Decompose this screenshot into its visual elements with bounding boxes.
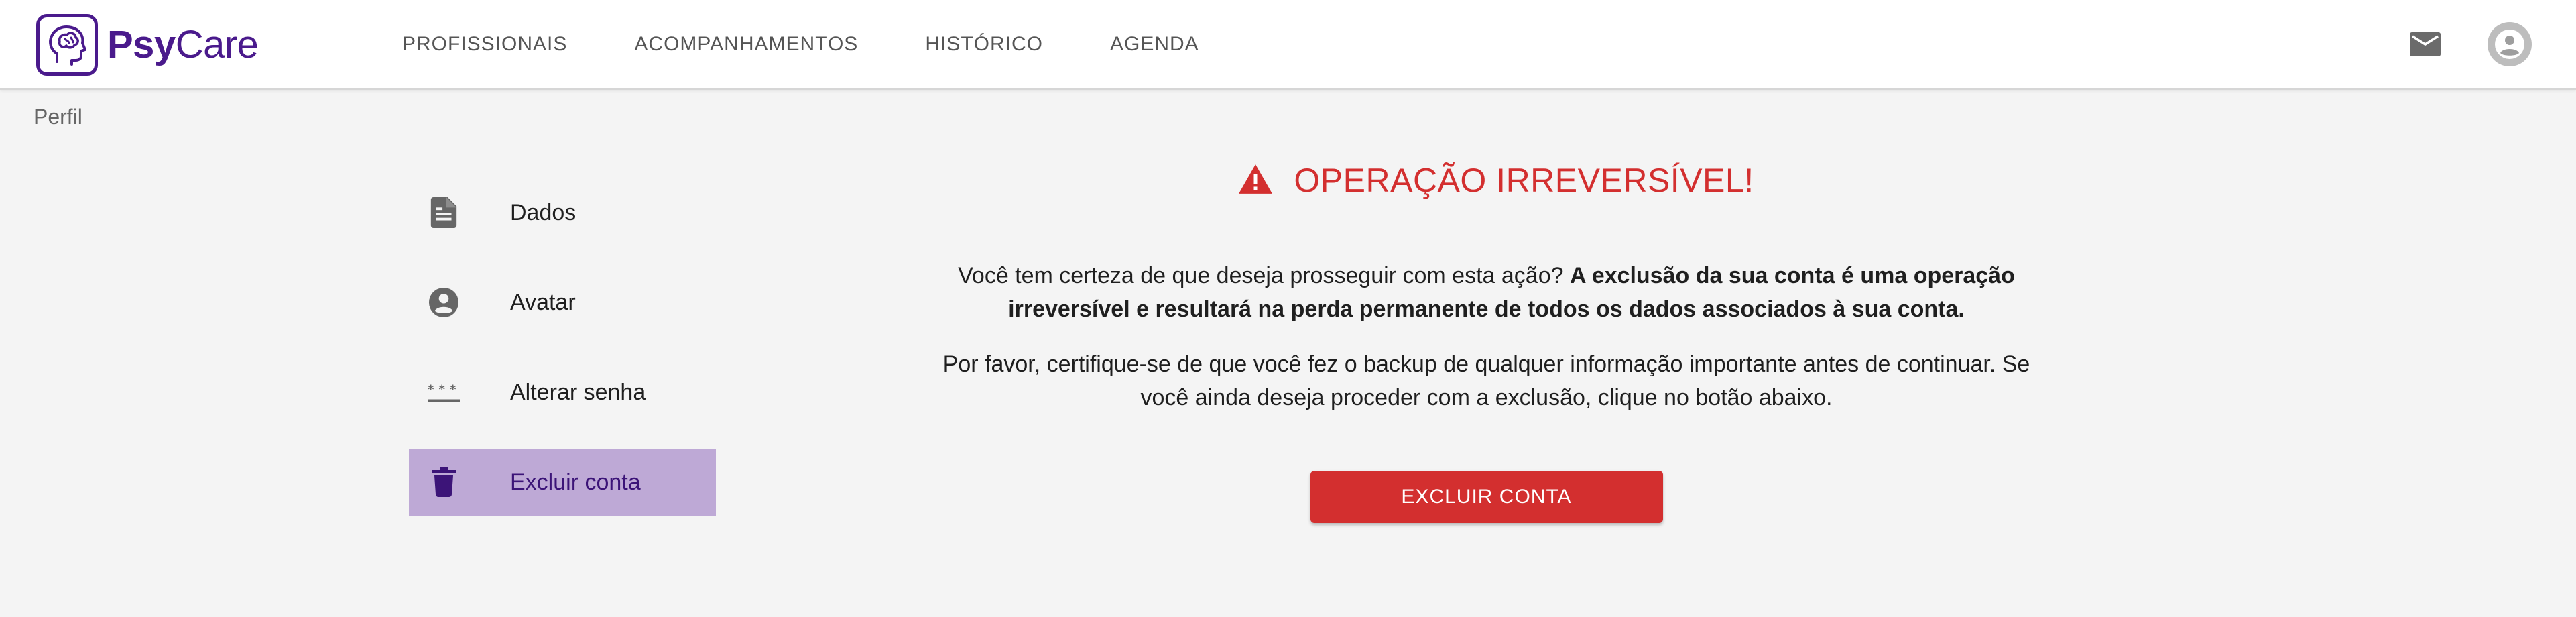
document-icon <box>428 197 460 229</box>
confirmation-text: Você tem certeza de que deseja prossegui… <box>925 259 2048 326</box>
delete-account-panel: OPERAÇÃO IRREVERSÍVEL! Você tem certeza … <box>925 161 2048 523</box>
menu-item-label: Avatar <box>510 289 576 315</box>
nav-agenda[interactable]: AGENDA <box>1110 33 1199 56</box>
brand-name-regular: Care <box>175 23 259 66</box>
mail-icon[interactable] <box>2406 27 2444 62</box>
password-icon: * * * <box>428 376 460 408</box>
menu-item-dados[interactable]: Dados <box>409 179 716 246</box>
nav-historico[interactable]: HISTÓRICO <box>925 33 1043 56</box>
trash-icon <box>428 466 460 498</box>
menu-item-label: Dados <box>510 199 576 225</box>
svg-text:*: * <box>450 383 456 397</box>
account-icon[interactable] <box>2488 22 2532 66</box>
brand-name: PsyCare <box>107 23 259 66</box>
psycare-logo[interactable]: PsyCare <box>36 14 259 76</box>
account-circle-icon <box>428 286 460 319</box>
breadcrumb: Perfil <box>34 105 82 129</box>
menu-item-alterar-senha[interactable]: * * * Alterar senha <box>409 359 716 426</box>
main-navigation: PROFISSIONAIS ACOMPANHAMENTOS HISTÓRICO … <box>402 0 1266 88</box>
brain-head-icon <box>36 14 98 76</box>
backup-advice-text: Por favor, certifique-se de que você fez… <box>942 351 2030 410</box>
menu-item-avatar[interactable]: Avatar <box>409 269 716 336</box>
warning-heading: OPERAÇÃO IRREVERSÍVEL! <box>945 161 2048 200</box>
nav-acompanhamentos[interactable]: ACOMPANHAMENTOS <box>634 33 858 56</box>
menu-item-label: Excluir conta <box>510 469 641 495</box>
profile-side-menu: Dados Avatar * * * Alterar senha Excluir… <box>409 179 716 539</box>
menu-item-label: Alterar senha <box>510 379 646 405</box>
brand-name-bold: Psy <box>107 23 176 66</box>
warning-title: OPERAÇÃO IRREVERSÍVEL! <box>1294 162 1754 199</box>
svg-text:*: * <box>428 383 434 397</box>
nav-profissionais[interactable]: PROFISSIONAIS <box>402 33 567 56</box>
menu-item-excluir-conta[interactable]: Excluir conta <box>409 449 716 516</box>
warning-icon <box>1239 164 1273 197</box>
confirmation-question: Você tem certeza de que deseja prossegui… <box>958 263 1570 288</box>
delete-account-button[interactable]: EXCLUIR CONTA <box>1310 471 1663 523</box>
svg-text:*: * <box>439 383 446 397</box>
top-app-bar: PsyCare PROFISSIONAIS ACOMPANHAMENTOS HI… <box>0 0 2576 90</box>
